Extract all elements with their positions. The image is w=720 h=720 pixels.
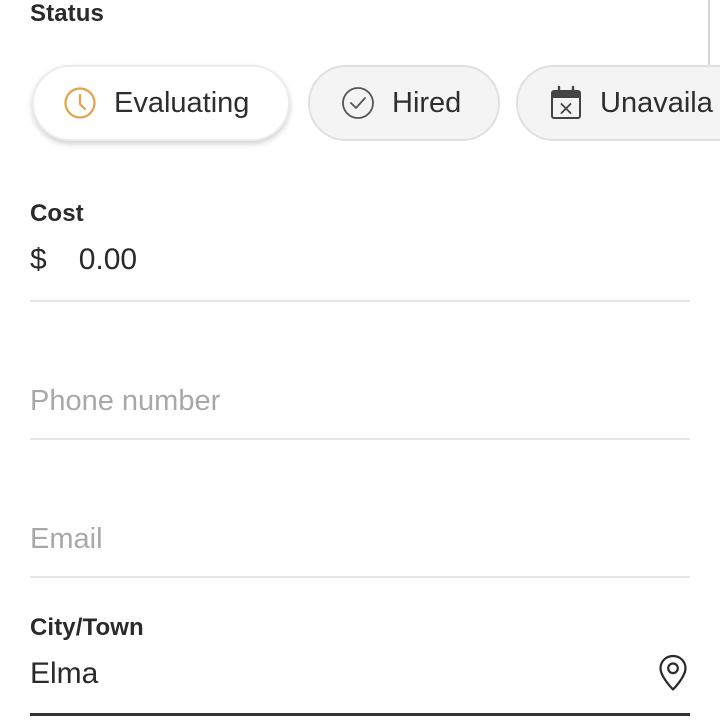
status-chip-label: Hired [392, 86, 462, 119]
cost-value: 0.00 [78, 243, 138, 276]
status-label: Status [30, 0, 104, 27]
status-chip-label: Evaluating [114, 86, 250, 119]
status-chip-unavailable[interactable]: Unavaila [516, 65, 720, 141]
phone-underline [30, 438, 690, 440]
phone-number-input[interactable]: Phone number [30, 385, 220, 418]
email-input[interactable]: Email [30, 523, 103, 556]
cost-underline [30, 300, 690, 302]
city-label: City/Town [30, 614, 144, 641]
status-chip-label: Unavaila [600, 86, 713, 119]
clock-icon [62, 85, 98, 121]
vendor-form-screen: Status Evaluating Hired Unavaila Cost $ … [0, 0, 720, 720]
location-pin-icon[interactable] [654, 652, 692, 694]
cost-label: Cost [30, 200, 84, 227]
status-chip-hired[interactable]: Hired [308, 65, 500, 141]
calendar-x-icon [548, 85, 584, 121]
status-chip-row: Evaluating Hired Unavaila [30, 65, 720, 143]
email-underline [30, 576, 690, 578]
check-circle-icon [340, 85, 376, 121]
currency-symbol: $ [30, 243, 47, 276]
status-chip-evaluating[interactable]: Evaluating [32, 65, 290, 141]
city-input[interactable]: Elma [30, 657, 98, 691]
cost-input[interactable]: $ 0.00 [30, 243, 137, 277]
city-underline [30, 713, 690, 716]
